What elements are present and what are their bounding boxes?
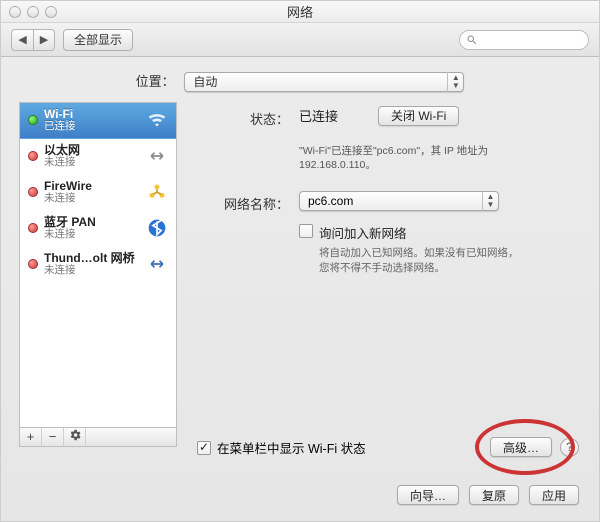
wizard-label: 向导…	[410, 487, 446, 504]
sidebar-item-status: 未连接	[44, 265, 146, 277]
close-traffic-light[interactable]	[9, 6, 21, 18]
status-description: "Wi-Fi"已连接至"pc6.com"，其 IP 地址为 192.168.0.…	[299, 144, 519, 173]
interface-sidebar: Wi-Fi 已连接 以太网 未连接	[19, 102, 177, 427]
ask-join-checkbox[interactable]	[299, 224, 313, 238]
search-input[interactable]	[459, 30, 589, 50]
show-menubar-checkbox[interactable]	[197, 441, 211, 455]
sidebar-item-label: Thund…olt 网桥	[44, 252, 146, 265]
sidebar-item-label: Wi-Fi	[44, 108, 146, 121]
ethernet-icon	[146, 145, 168, 167]
sidebar-item-status: 已连接	[44, 121, 146, 133]
apply-button[interactable]: 应用	[529, 485, 579, 505]
wifi-icon	[146, 109, 168, 131]
forward-button[interactable]: ▶	[33, 29, 55, 51]
status-dot	[28, 151, 38, 161]
window-title: 网络	[1, 2, 599, 21]
zoom-traffic-light[interactable]	[45, 6, 57, 18]
turn-off-wifi-button[interactable]: 关闭 Wi-Fi	[378, 106, 459, 126]
revert-button[interactable]: 复原	[469, 485, 519, 505]
sidebar-item-wifi[interactable]: Wi-Fi 已连接	[20, 103, 176, 139]
updown-icon: ▲▼	[447, 72, 463, 92]
network-name-label: 网络名称：	[191, 191, 299, 213]
updown-icon: ▲▼	[482, 191, 498, 211]
sidebar-item-status: 未连接	[44, 229, 146, 241]
location-value: 自动	[185, 73, 225, 90]
show-all-label: 全部显示	[74, 31, 122, 48]
status-label: 状态：	[191, 106, 299, 128]
sidebar-item-status: 未连接	[44, 157, 146, 169]
sidebar-item-ethernet[interactable]: 以太网 未连接	[20, 139, 176, 175]
search-icon	[466, 34, 478, 46]
status-dot	[28, 115, 38, 125]
toolbar: ◀ ▶ 全部显示	[1, 23, 599, 57]
status-dot	[28, 259, 38, 269]
location-row: 位置： 自动 ▲▼	[1, 57, 599, 102]
back-button[interactable]: ◀	[11, 29, 33, 51]
add-interface-button[interactable]: +	[20, 428, 42, 446]
chevron-right-icon: ▶	[40, 33, 48, 46]
network-name-popup[interactable]: pc6.com ▲▼	[299, 191, 499, 211]
show-menubar-label: 在菜单栏中显示 Wi-Fi 状态	[217, 438, 366, 457]
detail-panel: 状态： 已连接 关闭 Wi-Fi "Wi-Fi"已连接至"pc6.com"，其 …	[191, 102, 581, 447]
network-name-value: pc6.com	[300, 194, 361, 208]
interface-options-button[interactable]	[64, 428, 86, 446]
remove-interface-button[interactable]: −	[42, 428, 64, 446]
advanced-button[interactable]: 高级…	[490, 437, 552, 457]
ask-join-label: 询问加入新网络	[319, 223, 519, 242]
show-all-button[interactable]: 全部显示	[63, 29, 133, 51]
sidebar-item-firewire[interactable]: FireWire 未连接	[20, 175, 176, 211]
wizard-button[interactable]: 向导…	[397, 485, 459, 505]
advanced-button-label: 高级…	[503, 439, 539, 456]
help-button[interactable]: ?	[560, 438, 579, 457]
sidebar-toolbar: + −	[19, 427, 177, 447]
status-dot	[28, 223, 38, 233]
status-dot	[28, 187, 38, 197]
revert-label: 复原	[482, 487, 506, 504]
location-popup[interactable]: 自动 ▲▼	[184, 72, 464, 92]
chevron-left-icon: ◀	[18, 33, 26, 46]
status-value: 已连接	[299, 106, 338, 125]
title-bar: 网络	[1, 1, 599, 23]
minimize-traffic-light[interactable]	[27, 6, 39, 18]
sidebar-item-label: 蓝牙 PAN	[44, 216, 146, 229]
window-footer: 向导… 复原 应用	[397, 485, 579, 505]
ask-join-description: 将自动加入已知网络。如果没有已知网络，您将不得不手动选择网络。	[319, 246, 519, 275]
sidebar-item-label: FireWire	[44, 180, 146, 193]
sidebar-item-bluetooth[interactable]: 蓝牙 PAN 未连接	[20, 211, 176, 247]
sidebar-item-label: 以太网	[44, 144, 146, 157]
thunderbolt-icon	[146, 253, 168, 275]
bluetooth-icon	[146, 217, 168, 239]
location-label: 位置：	[136, 74, 175, 89]
apply-label: 应用	[542, 487, 566, 504]
turn-off-wifi-label: 关闭 Wi-Fi	[391, 107, 446, 124]
sidebar-item-status: 未连接	[44, 193, 146, 205]
firewire-icon	[146, 181, 168, 203]
sidebar-item-thunderbolt[interactable]: Thund…olt 网桥 未连接	[20, 247, 176, 283]
gear-icon	[68, 428, 82, 445]
